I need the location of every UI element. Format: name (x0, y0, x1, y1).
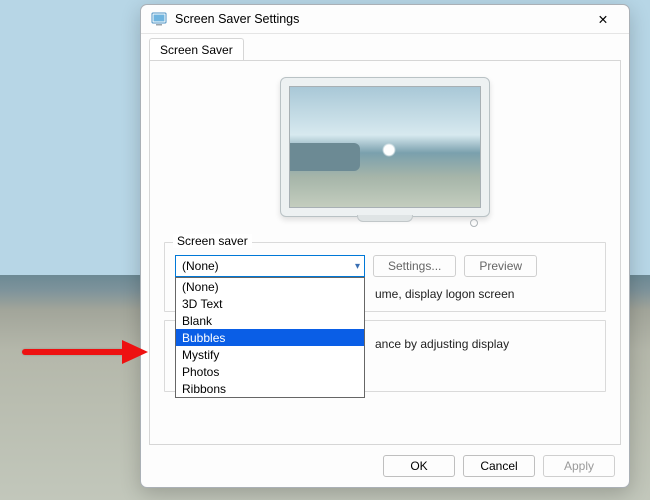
screensaver-option[interactable]: Bubbles (176, 329, 364, 346)
monitor-stand (357, 215, 413, 222)
preview-sun (382, 143, 396, 157)
desktop-background: Screen Saver Settings ✕ Screen Saver (0, 0, 650, 500)
tab-screen-saver[interactable]: Screen Saver (149, 38, 244, 61)
screensaver-option[interactable]: Blank (176, 312, 364, 329)
window-title: Screen Saver Settings (175, 12, 585, 26)
ok-button[interactable]: OK (383, 455, 455, 477)
screensaver-option[interactable]: (None) (176, 278, 364, 295)
apply-button[interactable]: Apply (543, 455, 615, 477)
settings-button[interactable]: Settings... (373, 255, 456, 277)
screensaver-dropdown[interactable]: (None) ▾ (None)3D TextBlankBubblesMystif… (175, 255, 365, 277)
monitor-bezel (280, 77, 490, 217)
tab-strip: Screen Saver (141, 34, 629, 60)
cancel-button[interactable]: Cancel (463, 455, 535, 477)
title-bar: Screen Saver Settings ✕ (141, 5, 629, 34)
screensaver-option[interactable]: 3D Text (176, 295, 364, 312)
monitor-screen (289, 86, 481, 208)
monitor-power-led (470, 219, 478, 227)
resume-partial-text: ume, display logon screen (375, 287, 514, 301)
annotation-arrow (22, 340, 152, 364)
screensaver-option[interactable]: Mystify (176, 346, 364, 363)
tab-panel: Screen saver (None) ▾ (None)3D TextBlank… (149, 60, 621, 445)
close-button[interactable]: ✕ (585, 7, 621, 31)
dialog-buttons: OK Cancel Apply (141, 445, 629, 487)
chevron-down-icon: ▾ (355, 261, 360, 272)
screensaver-option[interactable]: Ribbons (176, 380, 364, 397)
preview-mountain (289, 143, 360, 171)
screensaver-option[interactable]: Photos (176, 363, 364, 380)
screen-saver-settings-dialog: Screen Saver Settings ✕ Screen Saver (140, 4, 630, 488)
screen-saver-group-title: Screen saver (173, 234, 252, 248)
screensaver-selected-value: (None) (182, 259, 219, 273)
performance-partial-text: ance by adjusting display (375, 337, 509, 351)
screen-saver-group: Screen saver (None) ▾ (None)3D TextBlank… (164, 242, 606, 312)
preview-button[interactable]: Preview (464, 255, 537, 277)
close-icon: ✕ (598, 12, 608, 27)
monitor-preview (280, 77, 490, 232)
screensaver-dropdown-list[interactable]: (None)3D TextBlankBubblesMystifyPhotosRi… (175, 277, 365, 398)
screensaver-select-display[interactable]: (None) ▾ (175, 255, 365, 277)
arrow-shaft (22, 349, 128, 355)
app-icon (151, 11, 167, 27)
